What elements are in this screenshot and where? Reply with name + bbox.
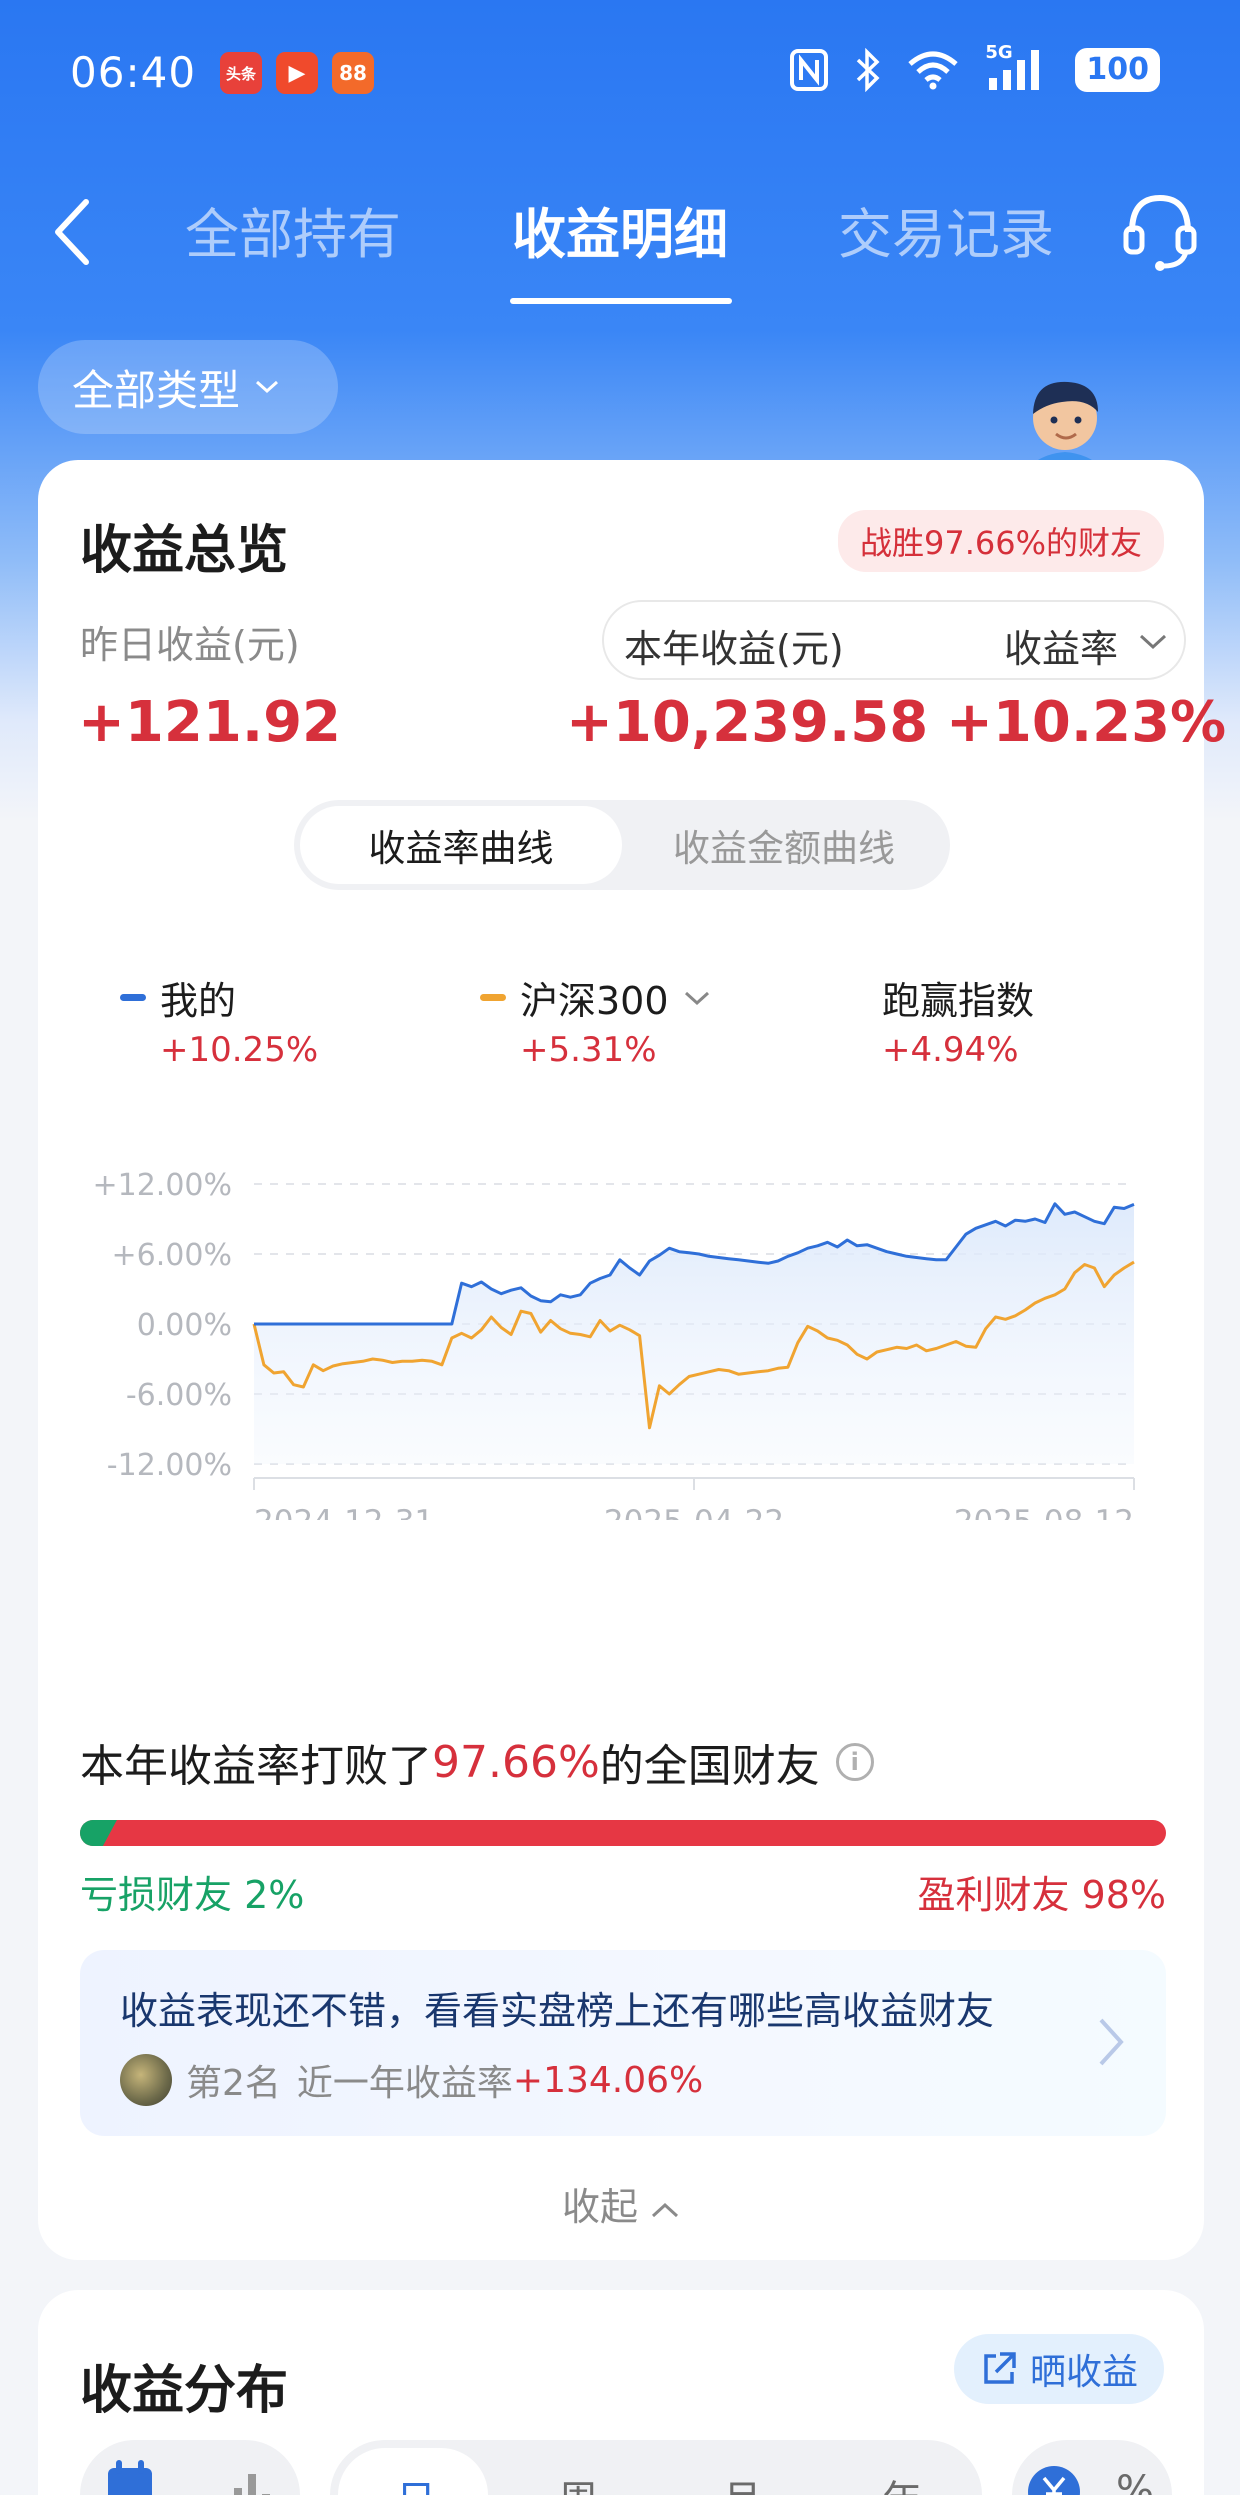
year-metric-selector[interactable]: 本年收益(元) 收益率 — [602, 600, 1186, 680]
share-earnings-button[interactable]: 晒收益 — [953, 2334, 1164, 2404]
yesterday-value: +121.92 — [78, 690, 342, 755]
distribution-title: 收益分布 — [80, 2361, 289, 2421]
rate-label: 收益率 — [1004, 627, 1119, 671]
leaderboard-promo[interactable]: 收益表现还不错，看看实盘榜上还有哪些高收益财友 第2名 近一年收益率 +134.… — [80, 1950, 1166, 2136]
legend-outperform: 跑赢指数 — [882, 970, 1034, 1025]
ranking-suffix: 的全国财友 — [599, 1741, 820, 1792]
earnings-overview-card: 收益总览 战胜97.66%的财友 昨日收益(元) +121.92 本年收益(元)… — [38, 460, 1226, 2260]
period-row: 日 周 月 年 % — [38, 2440, 1204, 2495]
info-icon[interactable]: i — [835, 1743, 874, 1781]
bluetooth-icon — [857, 48, 880, 92]
gain-label: 盈利财友 98% — [917, 1873, 1166, 1917]
video-app-icon: ▶ — [276, 52, 318, 94]
overview-title: 收益总览 — [80, 521, 289, 581]
chevron-down-icon — [1139, 634, 1167, 650]
curve-type-switch: 收益率曲线 收益金额曲线 — [294, 800, 950, 890]
legend-swatch-mine — [120, 994, 146, 1001]
avatar — [120, 2054, 172, 2106]
promo-title: 收益表现还不错，看看实盘榜上还有哪些高收益财友 — [120, 1989, 995, 2033]
period-tab-day[interactable]: 日 — [396, 2468, 436, 2495]
ranking-prefix: 本年收益率打败了 — [80, 1741, 432, 1792]
tab-all-holdings[interactable]: 全部持有 — [185, 190, 401, 269]
rate-value: +10.23% — [946, 690, 1227, 755]
chevron-right-icon — [1099, 2018, 1124, 2066]
period-tab-week[interactable]: 周 — [558, 2468, 598, 2495]
promo-subline: 第2名 近一年收益率 +134.06% — [120, 2054, 703, 2106]
tab-rate-curve[interactable]: 收益率曲线 — [300, 806, 622, 884]
period-tab-month[interactable]: 月 — [722, 2468, 762, 2495]
y-tick-label: +12.00% — [92, 1168, 232, 1203]
share-icon — [984, 2352, 1016, 2384]
period-tabs: 日 周 月 年 — [330, 2440, 982, 2495]
tab-earnings-detail[interactable]: 收益明细 — [512, 190, 728, 269]
earnings-distribution-card: 收益分布 晒收益 日 周 月 年 % — [38, 2290, 1204, 2495]
nfc-icon — [790, 49, 829, 91]
loss-share-fill — [80, 1820, 117, 1846]
bar-chart-icon[interactable] — [230, 2464, 276, 2495]
y-tick-label: 0.00% — [137, 1308, 232, 1343]
ranking-percent: 97.66% — [432, 1736, 600, 1788]
yuan-icon[interactable] — [1024, 2458, 1084, 2495]
chevron-up-icon — [652, 2202, 679, 2218]
series-area-mine — [254, 1203, 1134, 1464]
top-nav: 全部持有 收益明细 交易记录 — [0, 170, 1240, 310]
legend-value-csi300: +5.31% — [520, 1030, 657, 1070]
chevron-down-icon — [684, 991, 709, 1005]
toutiao-app-icon: 头条 — [220, 52, 262, 94]
earnings-rate-chart: +12.00% +6.00% 0.00% -6.00% -12.00% 2024-12-3… — [92, 1168, 1135, 1520]
y-tick-label: -6.00% — [126, 1378, 232, 1413]
legend-mine[interactable]: 我的 — [120, 970, 236, 1025]
wifi-icon — [908, 51, 959, 90]
view-toggle-pill — [80, 2440, 300, 2495]
legend-swatch-csi300 — [480, 994, 506, 1001]
battery-indicator: 100 — [1075, 48, 1160, 92]
type-filter-label: 全部类型 — [72, 365, 241, 415]
legend-csi300[interactable]: 沪深300 — [480, 970, 711, 1025]
beat-badge: 战胜97.66%的财友 — [837, 510, 1164, 572]
ranking-progress-bar — [80, 1820, 1166, 1846]
collapse-button[interactable]: 收起 — [38, 2176, 1204, 2231]
x-tick-label: 2024-12-31 — [254, 1504, 434, 1520]
x-tick-label: 2025-08-12 — [954, 1504, 1134, 1520]
legend-label-outperform: 跑赢指数 — [882, 979, 1035, 1023]
signal-icon: 5G — [985, 42, 1049, 92]
legend-value-mine: +10.25% — [160, 1030, 319, 1070]
promo-sub-label: 近一年收益率 — [296, 2063, 513, 2104]
ranking-text: 本年收益率打败了 97.66% 的全国财友 i — [80, 1730, 874, 1794]
y-tick-label: -12.00% — [107, 1448, 232, 1483]
promo-rank: 第2名 — [186, 2063, 281, 2104]
legend-value-outperform: +4.94% — [882, 1030, 1019, 1070]
x-tick-label: 2025-04-22 — [604, 1504, 784, 1520]
share-label: 晒收益 — [1029, 2352, 1138, 2393]
loss-label: 亏损财友 2% — [80, 1873, 305, 1917]
type-filter-dropdown[interactable]: 全部类型 — [38, 340, 338, 434]
customer-service-icon[interactable] — [1122, 188, 1198, 274]
status-time: 06:40 — [70, 48, 197, 97]
promo-sub-value: +134.06% — [512, 2059, 704, 2101]
unit-toggle-pill: % — [1012, 2440, 1172, 2495]
collapse-label: 收起 — [561, 2185, 638, 2229]
period-tab-year[interactable]: 年 — [882, 2468, 922, 2495]
calendar-icon[interactable] — [100, 2454, 160, 2495]
tab-trade-records[interactable]: 交易记录 — [838, 190, 1054, 269]
yesterday-label: 昨日收益(元) — [80, 623, 300, 667]
legend-label-mine: 我的 — [160, 979, 237, 1023]
percent-tab[interactable]: % — [1116, 2468, 1154, 2495]
year-label: 本年收益(元) — [624, 627, 844, 671]
shop-app-icon: 88 — [332, 52, 374, 94]
active-tab-indicator — [510, 298, 732, 304]
y-tick-label: +6.00% — [112, 1238, 232, 1273]
legend-label-csi300: 沪深300 — [520, 979, 669, 1023]
back-arrow-icon[interactable] — [46, 192, 96, 272]
tab-amount-curve[interactable]: 收益金额曲线 — [624, 806, 944, 884]
status-bar: 06:40 头条 ▶ 88 5G 100 — [0, 0, 1240, 150]
year-value: +10,239.58 — [566, 690, 929, 755]
chevron-down-icon — [256, 380, 279, 394]
